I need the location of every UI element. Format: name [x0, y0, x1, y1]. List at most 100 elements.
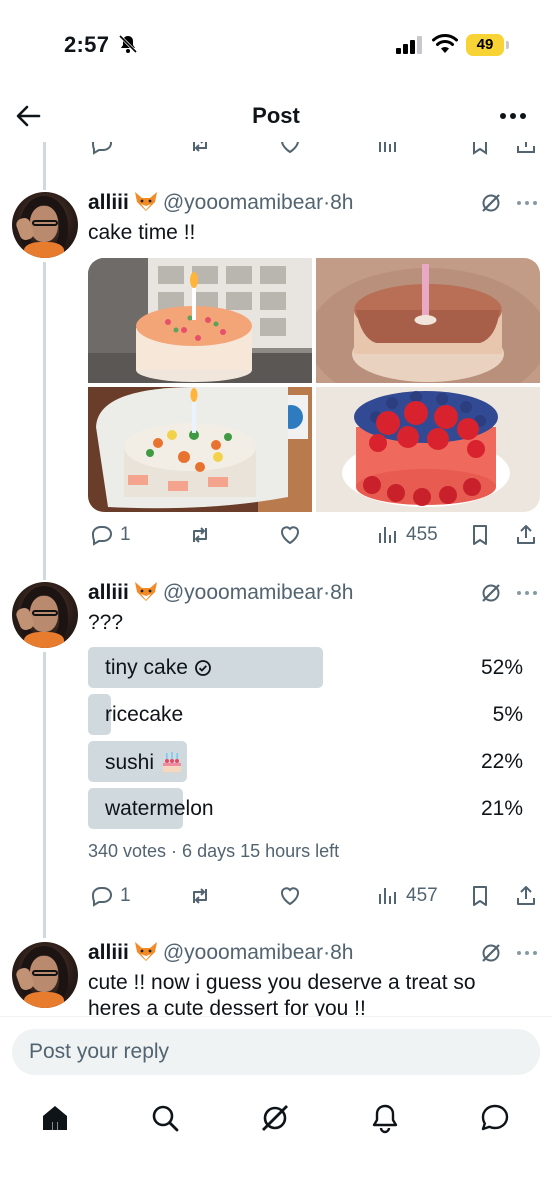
home-icon[interactable]: [39, 1102, 71, 1134]
status-time: 2:57: [64, 32, 110, 57]
poll-option-percent: 52%: [480, 656, 523, 679]
avatar[interactable]: [12, 192, 78, 258]
post-more-icon[interactable]: [516, 588, 538, 598]
post-more-icon[interactable]: [516, 198, 538, 208]
poll-option-label: watermelon: [105, 797, 214, 820]
more-options-icon[interactable]: [498, 102, 528, 130]
media-grid[interactable]: [88, 258, 540, 512]
check-circle-icon: [194, 660, 211, 676]
poll-option-label: tiny cake: [105, 656, 188, 679]
share-button[interactable]: [514, 881, 538, 911]
view-count: 457: [406, 885, 438, 906]
like-button[interactable]: [278, 881, 302, 911]
post-time: 8h: [330, 581, 354, 604]
avatar[interactable]: [12, 942, 78, 1008]
user-handle[interactable]: @yooomamibear: [163, 191, 323, 214]
views-button[interactable]: 455: [376, 520, 438, 550]
views-button[interactable]: 457: [376, 881, 438, 911]
repost-button[interactable]: [188, 881, 212, 911]
reply-button[interactable]: 1: [90, 881, 131, 911]
reply-icon: [91, 526, 113, 546]
poll-option[interactable]: tiny cake 52%: [88, 647, 540, 688]
poll-summary: 340 votes · 6 days 15 hours left: [88, 841, 340, 861]
repost-icon: [193, 888, 207, 904]
status-bar: 2:57 49: [0, 0, 552, 90]
fox-emoji-icon: [134, 192, 157, 211]
cellular-signal-icon: [396, 36, 422, 54]
grok-icon[interactable]: [480, 942, 502, 964]
post-text: cake time !!: [88, 221, 196, 244]
birthday-cake-emoji-icon: [161, 752, 184, 774]
views-icon: [379, 888, 396, 904]
post-poll[interactable]: alliii @yooomamibear·8h ??? tiny cake 52%…: [0, 580, 552, 910]
poll: tiny cake 52% ricecake 5% sushi 22% wate…: [88, 647, 540, 835]
views-icon: [379, 527, 396, 543]
post-actions: 1 455: [88, 520, 540, 550]
repost-icon[interactable]: [188, 142, 212, 156]
battery-indicator: 49: [466, 34, 509, 56]
avatar[interactable]: [12, 582, 78, 648]
view-count: 455: [406, 524, 438, 545]
post-more-icon[interactable]: [516, 948, 538, 958]
user-handle[interactable]: @yooomamibear: [163, 581, 323, 604]
display-name[interactable]: alliii: [88, 191, 129, 214]
cake-with-sprinkles-image: [88, 258, 312, 383]
top-header: Post: [0, 90, 552, 142]
silent-mode-icon: [118, 34, 138, 54]
media-image[interactable]: [88, 387, 312, 512]
bookmark-button[interactable]: [468, 881, 492, 911]
post-text: ???: [88, 611, 124, 634]
post-dessert-clip: alliii @yooomamibear·8h cute !! now i gue…: [0, 930, 552, 1016]
post-time: 8h: [330, 191, 354, 214]
watermelon-cake-with-berries-image: [316, 387, 540, 512]
chocolate-cake-with-candle-image: [316, 258, 540, 383]
previous-post-actions: [88, 142, 538, 156]
bookmark-icon[interactable]: [468, 142, 492, 156]
messages-icon[interactable]: [479, 1102, 511, 1134]
page-title: Post: [252, 103, 300, 128]
poll-option-percent: 21%: [480, 797, 523, 820]
like-button[interactable]: [278, 520, 302, 550]
wifi-icon: [432, 34, 458, 53]
post-time: 8h: [330, 941, 354, 964]
display-name[interactable]: alliii: [88, 581, 129, 604]
notifications-icon[interactable]: [369, 1102, 401, 1134]
poll-option-percent: 22%: [480, 750, 523, 773]
post-header: alliii @yooomamibear·8h: [88, 190, 353, 216]
media-image[interactable]: [316, 387, 540, 512]
views-icon[interactable]: [376, 142, 400, 156]
share-icon[interactable]: [514, 142, 538, 156]
repost-button[interactable]: [188, 520, 212, 550]
like-icon[interactable]: [278, 142, 302, 156]
bookmark-button[interactable]: [468, 520, 492, 550]
reply-count: 1: [120, 885, 131, 906]
grok-icon[interactable]: [480, 582, 502, 604]
poll-option-percent: 5%: [492, 703, 523, 726]
grok-icon[interactable]: [480, 192, 502, 214]
thread-connector-line: [43, 142, 46, 190]
reply-count: 1: [120, 524, 131, 545]
display-name[interactable]: alliii: [88, 941, 129, 964]
user-handle[interactable]: @yooomamibear: [163, 941, 323, 964]
post-text: cute !! now i guess you deserve a treat …: [88, 971, 476, 1016]
poll-option[interactable]: ricecake 5%: [88, 694, 540, 735]
grok-icon[interactable]: [259, 1102, 291, 1134]
media-image[interactable]: [88, 258, 312, 383]
like-icon: [281, 887, 299, 906]
bookmark-icon: [473, 886, 487, 906]
search-icon[interactable]: [149, 1102, 181, 1134]
media-image[interactable]: [316, 258, 540, 383]
post-cake-time[interactable]: alliii @yooomamibear·8h cake time !! 1 4…: [0, 190, 552, 550]
bookmark-icon: [473, 525, 487, 545]
poll-option[interactable]: sushi 22%: [88, 741, 540, 782]
reply-input[interactable]: Post your reply: [12, 1029, 540, 1075]
share-button[interactable]: [514, 520, 538, 550]
fox-emoji-icon: [134, 942, 157, 961]
sushi-cake-image: [88, 387, 312, 512]
post-header: alliii @yooomamibear·8h: [88, 940, 353, 966]
bottom-tab-bar: [0, 1086, 552, 1156]
poll-option[interactable]: watermelon 21%: [88, 788, 540, 829]
reply-icon[interactable]: [90, 142, 114, 156]
reply-button[interactable]: 1: [90, 520, 131, 550]
post-dessert[interactable]: alliii @yooomamibear·8h cute !! now i gue…: [0, 940, 552, 1016]
